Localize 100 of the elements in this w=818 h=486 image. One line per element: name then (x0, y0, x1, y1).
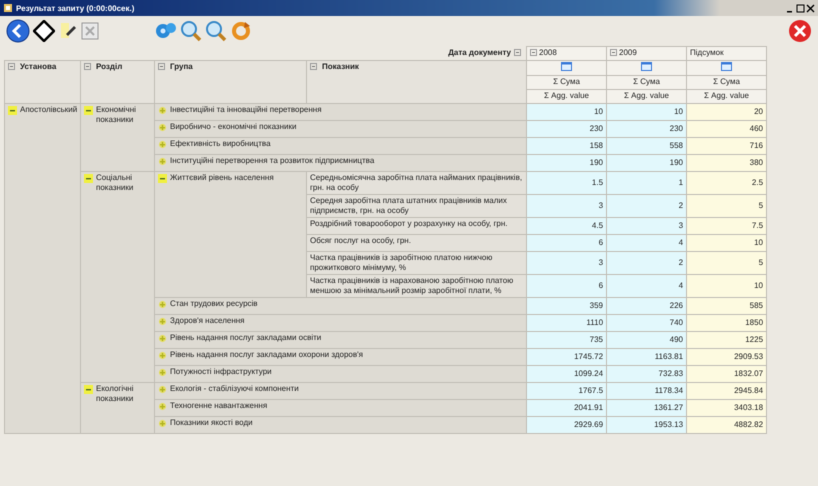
row-header: Середня заробітна плата штатних працівників малих підприємств, грн. на особу (310, 196, 507, 215)
table-cell: 5 (758, 258, 764, 267)
row-header: Апостолівський (20, 105, 77, 115)
measure-label: Σ Agg. value (624, 91, 669, 100)
filter-icon[interactable] (310, 63, 317, 70)
table-cell: 230 (670, 124, 684, 133)
table-cell: 716 (750, 141, 764, 150)
table-cell: 230 (590, 124, 604, 133)
row-header: Частка працівників із нарахованою заробітною платою меншою за мінімальний розмір заробітної плати, % (310, 276, 514, 295)
filter-icon[interactable] (84, 63, 91, 70)
close-icon[interactable] (806, 4, 815, 12)
table-cell: 3 (678, 221, 684, 230)
row-header: Рівень надання послуг закладами охорони здоров'я (170, 350, 363, 360)
row-header: Стан трудових ресурсів (170, 299, 258, 309)
table-cell: 1832.07 (734, 369, 764, 378)
table-cell: 20 (754, 107, 764, 116)
table-cell: 190 (590, 158, 604, 167)
row-field-header[interactable]: Група (170, 62, 193, 71)
row-header: Екологічні показники (96, 384, 134, 404)
table-cell: 4 (678, 281, 684, 290)
table-cell: 2041.91 (574, 403, 604, 412)
table-cell: 2909.53 (734, 352, 764, 361)
measure-label: Σ Сума (553, 77, 580, 86)
table-cell: 6 (598, 281, 604, 290)
column-header[interactable]: 2008 (539, 48, 557, 57)
row-header: Соціальні показники (96, 173, 134, 193)
row-field-header[interactable]: Установа (20, 62, 56, 71)
zoom-out-icon[interactable] (205, 20, 227, 42)
row-header: Роздрібний товарооборот у розрахунку на особу, грн. (310, 219, 508, 228)
table-cell: 6 (598, 238, 604, 247)
table-cell: 1361.27 (654, 403, 684, 412)
row-field-header[interactable]: Показник (322, 62, 359, 71)
table-cell: 740 (670, 318, 684, 327)
measure-label: Σ Сума (633, 77, 660, 86)
row-header: Життєвий рівень населення (170, 173, 274, 183)
measure-label: Σ Agg. value (704, 91, 749, 100)
table-cell: 10 (754, 238, 764, 247)
column-field-label[interactable]: Дата документу (448, 48, 512, 56)
row-header: Екологія - стабілізуючі компоненти (170, 384, 299, 394)
collapse-icon[interactable] (8, 106, 17, 115)
table-cell: 735 (590, 335, 604, 344)
row-header: Рівень надання послуг закладами освіти (170, 333, 322, 343)
table-cell: 3 (598, 258, 604, 267)
row-field-header[interactable]: Розділ (96, 62, 122, 71)
table-cell: 1 (678, 178, 684, 187)
collapse-icon[interactable] (84, 174, 93, 183)
row-header: Інституційні перетворення та розвиток підприємництва (170, 156, 374, 166)
row-header: Виробничо - економічні показники (170, 122, 296, 132)
table-cell: 1099.24 (574, 369, 604, 378)
filter-icon[interactable] (610, 49, 618, 56)
refresh-icon[interactable] (230, 20, 252, 42)
collapse-icon[interactable] (84, 106, 93, 115)
table-cell: 226 (670, 301, 684, 310)
back-icon[interactable] (6, 19, 30, 43)
table-cell: 1.5 (592, 178, 604, 187)
table-cell: 1110 (586, 318, 604, 327)
measure-label: Σ Agg. value (544, 91, 589, 100)
table-cell: 732.83 (658, 369, 684, 378)
measure-label: Σ Сума (713, 77, 740, 86)
table-cell: 4 (678, 238, 684, 247)
table-cell: 2 (678, 258, 684, 267)
row-header: Здоров'я населення (170, 316, 245, 326)
row-header: Інвестиційні та інноваційні перетворення (170, 105, 322, 115)
table-cell: 1953.13 (654, 420, 684, 429)
row-header: Обсяг послуг на особу, грн. (310, 236, 411, 245)
table-cell: 190 (670, 158, 684, 167)
table-cell: 460 (750, 124, 764, 133)
table-cell: 3403.18 (734, 403, 764, 412)
filter-icon[interactable] (158, 63, 165, 70)
column-header[interactable]: 2009 (619, 48, 637, 57)
window-title: Результат запиту (0:00:00сек.) (16, 4, 134, 12)
diamond-icon[interactable] (33, 20, 55, 42)
table-cell: 359 (590, 301, 604, 310)
table-cell: 490 (670, 335, 684, 344)
zoom-in-icon[interactable] (180, 20, 202, 42)
filter-icon[interactable] (530, 49, 538, 56)
row-header: Показники якості води (170, 418, 253, 428)
row-header: Потужності інфраструктури (170, 367, 272, 377)
table-cell: 4.5 (592, 221, 604, 230)
table-cell: 2945.84 (734, 386, 764, 395)
collapse-icon[interactable] (158, 174, 167, 183)
row-header: Середньомісячна заробітна плата найманих працівників, грн. на особу (310, 173, 522, 192)
row-header: Ефективність виробництва (170, 139, 271, 149)
table-cell: 380 (750, 158, 764, 167)
table-cell: 10 (594, 107, 604, 116)
collapse-icon[interactable] (84, 385, 93, 394)
filter-icon[interactable] (8, 63, 15, 70)
table-cell: 10 (754, 281, 764, 290)
table-cell: 2 (678, 201, 684, 210)
window-icon (641, 62, 652, 71)
table-cell: 3 (598, 201, 604, 210)
filter-icon[interactable] (514, 48, 522, 56)
table-cell: 10 (674, 107, 684, 116)
table-cell: 5 (758, 201, 764, 210)
table-cell: 1163.81 (654, 352, 684, 361)
maximize-icon[interactable] (796, 4, 805, 12)
row-header: Економічні показники (96, 105, 137, 125)
table-cell: 4882.82 (734, 420, 764, 429)
app-icon (3, 3, 13, 13)
table-cell: 585 (750, 301, 764, 310)
